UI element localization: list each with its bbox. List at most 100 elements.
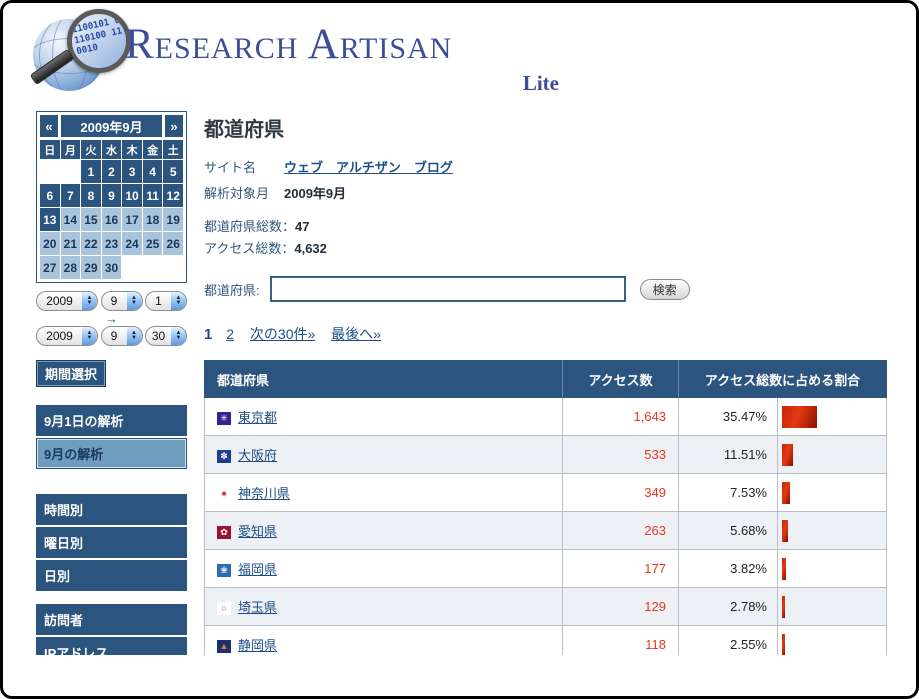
sidebar-item-日別[interactable]: 日別 (36, 560, 187, 591)
access-bar-cell (778, 512, 887, 550)
period-label: 解析対象月 (204, 184, 284, 204)
table-row: ○埼玉県1292.78% (205, 588, 887, 626)
table-row: ▲静岡県1182.55% (205, 626, 887, 656)
binary-text: 1100101 0110100 110010 (71, 15, 129, 58)
sidebar-item-曜日別[interactable]: 曜日別 (36, 527, 187, 558)
weekday-label: 日 (40, 140, 60, 159)
site-name-link[interactable]: ウェブ アルチザン ブログ (284, 158, 453, 178)
calendar-day-3[interactable]: 3 (122, 160, 142, 183)
access-percent: 3.82% (679, 550, 778, 588)
access-total-label: アクセス総数： (204, 241, 294, 256)
tokyo-flag-icon: ✳ (217, 412, 231, 425)
calendar-day-9[interactable]: 9 (102, 184, 122, 207)
access-bar-cell (778, 398, 887, 436)
calendar-empty-cell (61, 160, 81, 183)
prefecture-link[interactable]: 愛知県 (238, 524, 277, 539)
stepper-arrows-icon: ▲▼ (171, 292, 186, 310)
calendar-day-6[interactable]: 6 (40, 184, 60, 207)
range-from-day-select[interactable]: 1▲▼ (145, 291, 187, 311)
range-from-year-select[interactable]: 2009▲▼ (36, 291, 98, 311)
calendar-day-28: 28 (61, 256, 81, 279)
calendar-nav: « 2009年9月 » (40, 115, 183, 137)
prefecture-link[interactable]: 大阪府 (238, 448, 277, 463)
sidebar-menu: 9月1日の解析9月の解析時間別曜日別日別訪問者IPアドレスリモートホスト (36, 405, 187, 655)
prefecture-search-input[interactable] (270, 276, 626, 302)
calendar-day-7[interactable]: 7 (61, 184, 81, 207)
weekday-label: 水 (102, 140, 122, 159)
sidebar-item-時間別[interactable]: 時間別 (36, 494, 187, 525)
prefecture-total-row: 都道府県総数：47 (204, 216, 887, 238)
prefecture-link[interactable]: 静岡県 (238, 638, 277, 653)
sidebar-item-訪問者[interactable]: 訪問者 (36, 604, 187, 635)
range-from-row: 2009▲▼9▲▼1▲▼ (36, 291, 187, 311)
calendar-day-18: 18 (143, 208, 163, 231)
calendar-empty-cell (143, 256, 163, 279)
screenshot-frame: 1100101 0110100 110010 Research Artisan … (0, 0, 919, 699)
calendar-day-29: 29 (81, 256, 101, 279)
access-percent: 11.51% (679, 436, 778, 474)
site-name-label: サイト名 (204, 158, 284, 178)
range-from-month-select[interactable]: 9▲▼ (101, 291, 143, 311)
calendar-day-5[interactable]: 5 (163, 160, 183, 183)
prefecture-cell: ▲ 静岡県 (205, 626, 563, 656)
period-range: 2009▲▼9▲▼1▲▼ → 2009▲▼9▲▼30▲▼ 期間選択 (36, 291, 187, 387)
access-total-value: 4,632 (294, 241, 327, 256)
search-label: 都道府県: (204, 280, 260, 299)
prefecture-link[interactable]: 東京都 (238, 410, 277, 425)
access-count: 129 (563, 588, 679, 626)
prefecture-link[interactable]: 埼玉県 (238, 600, 277, 615)
shizuoka-flag-icon: ▲ (217, 640, 231, 653)
table-row: ✿愛知県2635.68% (205, 512, 887, 550)
calendar-day-11[interactable]: 11 (143, 184, 163, 207)
calendar-day-13[interactable]: 13 (40, 208, 60, 231)
calendar-day-30: 30 (102, 256, 122, 279)
calendar-day-8[interactable]: 8 (81, 184, 101, 207)
calendar-day-2[interactable]: 2 (102, 160, 122, 183)
weekday-label: 木 (122, 140, 142, 159)
range-to-year-select[interactable]: 2009▲▼ (36, 326, 98, 346)
range-to-day-select[interactable]: 30▲▼ (145, 326, 187, 346)
prefecture-cell: ✽大阪府 (205, 436, 563, 474)
page-content: 1100101 0110100 110010 Research Artisan … (3, 3, 916, 655)
calendar-day-4[interactable]: 4 (143, 160, 163, 183)
calendar-day-24: 24 (122, 232, 142, 255)
brand-subtitle: Lite (125, 71, 563, 96)
pagination-page-2-link[interactable]: 2 (226, 326, 234, 342)
sidebar-item-IPアドレス[interactable]: IPアドレス (36, 637, 187, 655)
weekday-label: 金 (143, 140, 163, 159)
table-row: ✽大阪府53311.51% (205, 436, 887, 474)
access-percent: 5.68% (679, 512, 778, 550)
calendar-day-20: 20 (40, 232, 60, 255)
calendar-day-10[interactable]: 10 (122, 184, 142, 207)
totals: 都道府県総数：47 アクセス総数：4,632 (204, 216, 887, 260)
access-count: 118 (563, 626, 679, 656)
prefecture-link[interactable]: 神奈川県 (238, 486, 290, 501)
sidebar-item-9月の解析[interactable]: 9月の解析 (36, 438, 187, 469)
range-to-month-select[interactable]: 9▲▼ (101, 326, 143, 346)
access-percent: 7.53% (679, 474, 778, 512)
calendar-day-23: 23 (102, 232, 122, 255)
period-value: 2009年9月 (284, 184, 346, 204)
weekday-label: 火 (81, 140, 101, 159)
stepper-arrows-icon: ▲▼ (127, 292, 142, 310)
search-button[interactable]: 検索 (640, 279, 690, 300)
calendar-day-26: 26 (163, 232, 183, 255)
calendar-next-button[interactable]: » (165, 115, 183, 137)
access-percent: 35.47% (679, 398, 778, 436)
period-select-button[interactable]: 期間選択 (36, 360, 106, 387)
access-percent: 2.78% (679, 588, 778, 626)
calendar-prev-button[interactable]: « (40, 115, 58, 137)
sidebar-item-9月1日の解析[interactable]: 9月1日の解析 (36, 405, 187, 436)
access-bar (782, 482, 790, 504)
calendar-day-21: 21 (61, 232, 81, 255)
period-row: 解析対象月 2009年9月 (204, 184, 887, 204)
calendar-day-1[interactable]: 1 (81, 160, 101, 183)
access-bar (782, 406, 817, 428)
calendar-day-12[interactable]: 12 (163, 184, 183, 207)
pagination-last-link[interactable]: 最後へ» (331, 326, 381, 342)
calendar-empty-cell (163, 256, 183, 279)
access-bar (782, 558, 786, 580)
pagination-next-30-link[interactable]: 次の30件» (250, 326, 315, 342)
prefecture-link[interactable]: 福岡県 (238, 562, 277, 577)
access-count: 1,643 (563, 398, 679, 436)
